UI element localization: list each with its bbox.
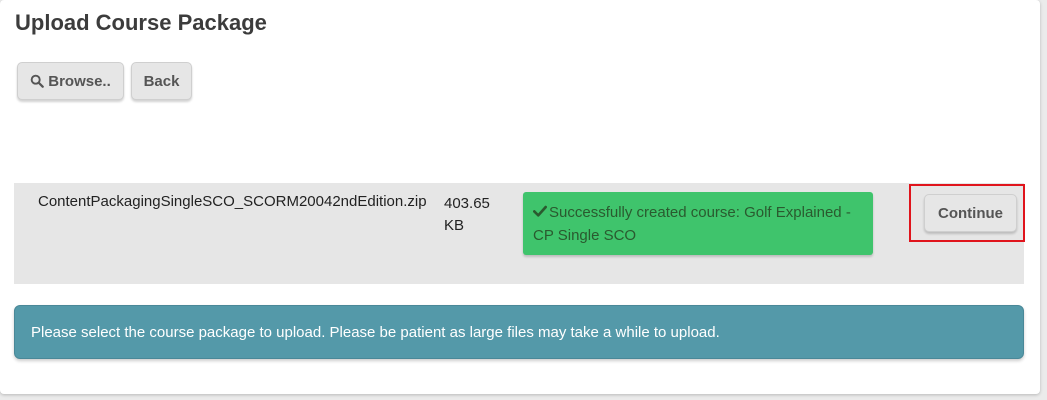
success-message: Successfully created course: Golf Explai… — [533, 204, 851, 244]
info-message: Please select the course package to uplo… — [31, 323, 720, 341]
success-status-badge: Successfully created course: Golf Explai… — [523, 192, 873, 255]
browse-button-label: Browse.. — [48, 72, 111, 90]
upload-panel: Upload Course Package Browse.. Back Cont… — [0, 0, 1040, 394]
back-button-label: Back — [143, 72, 180, 90]
browse-button[interactable]: Browse.. — [17, 62, 124, 100]
uploaded-file-row: ContentPackagingSingleSCO_SCORM20042ndEd… — [14, 183, 1025, 284]
file-size: 403.65 KB — [444, 193, 504, 237]
info-banner: Please select the course package to uplo… — [14, 305, 1024, 359]
continue-button[interactable]: Continue — [924, 194, 1017, 232]
back-button[interactable]: Back — [131, 62, 192, 100]
check-icon — [533, 202, 547, 217]
search-icon — [30, 74, 45, 88]
file-name: ContentPackagingSingleSCO_SCORM20042ndEd… — [38, 193, 427, 210]
file-size-value: 403.65 — [444, 195, 490, 212]
file-size-unit: KB — [444, 217, 465, 234]
continue-button-label: Continue — [938, 204, 1003, 222]
page-title: Upload Course Package — [15, 10, 267, 35]
